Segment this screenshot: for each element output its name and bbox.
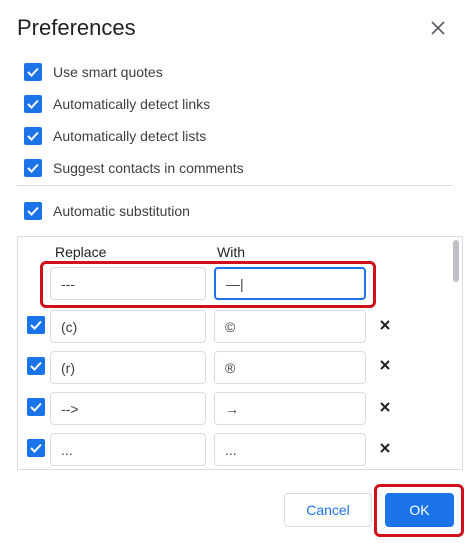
field-value: ...: [225, 441, 237, 458]
preferences-dialog: Preferences Use smart quotes Automatical…: [0, 0, 474, 543]
field-value: ®: [225, 359, 236, 376]
field-value: -->: [61, 400, 79, 417]
close-icon[interactable]: [428, 18, 448, 38]
new-replace-input[interactable]: ---: [50, 267, 206, 300]
column-header-replace: Replace: [55, 244, 107, 260]
checkbox-checked-icon[interactable]: [24, 63, 42, 81]
dialog-title: Preferences: [17, 15, 136, 40]
replace-input[interactable]: (c): [50, 310, 206, 343]
delete-row-icon[interactable]: [379, 442, 391, 454]
option-label: Automatic substitution: [53, 203, 190, 219]
delete-row-icon[interactable]: [379, 359, 391, 371]
substitution-table: Replace With --- —| (c) © (r) ® --> → ..…: [17, 236, 463, 470]
row-checkbox-icon[interactable]: [27, 357, 45, 375]
row-checkbox-icon[interactable]: [27, 439, 45, 457]
delete-row-icon[interactable]: [379, 401, 391, 413]
option-detect-lists[interactable]: Automatically detect lists: [24, 126, 206, 146]
with-input[interactable]: →: [214, 392, 366, 425]
with-input[interactable]: ...: [214, 433, 366, 466]
field-value: →: [225, 400, 239, 417]
table-scrollbar[interactable]: [453, 240, 459, 282]
checkbox-checked-icon[interactable]: [24, 159, 42, 177]
replace-input[interactable]: (r): [50, 351, 206, 384]
field-value: (c): [61, 318, 78, 335]
with-input[interactable]: ©: [214, 310, 366, 343]
option-label: Automatically detect links: [53, 96, 211, 112]
divider: [17, 185, 453, 186]
option-label: Automatically detect lists: [53, 128, 207, 144]
option-detect-links[interactable]: Automatically detect links: [24, 94, 210, 114]
option-automatic-substitution[interactable]: Automatic substitution: [24, 201, 190, 221]
cancel-button[interactable]: Cancel: [284, 493, 372, 527]
replace-input[interactable]: ...: [50, 433, 206, 466]
option-label: Suggest contacts in comments: [53, 160, 244, 176]
option-smart-quotes[interactable]: Use smart quotes: [24, 62, 163, 82]
field-value: ---: [61, 275, 75, 292]
replace-input[interactable]: -->: [50, 392, 206, 425]
new-with-input[interactable]: —|: [214, 267, 366, 300]
option-suggest-contacts[interactable]: Suggest contacts in comments: [24, 158, 244, 178]
checkbox-checked-icon[interactable]: [24, 202, 42, 220]
checkbox-checked-icon[interactable]: [24, 127, 42, 145]
delete-row-icon[interactable]: [379, 319, 391, 331]
field-value: —|: [226, 275, 244, 292]
checkbox-checked-icon[interactable]: [24, 95, 42, 113]
row-checkbox-icon[interactable]: [27, 316, 45, 334]
option-label: Use smart quotes: [53, 64, 163, 80]
field-value: (r): [61, 359, 75, 376]
column-header-with: With: [217, 244, 245, 260]
row-checkbox-icon[interactable]: [27, 398, 45, 416]
field-value: ©: [225, 318, 236, 335]
with-input[interactable]: ®: [214, 351, 366, 384]
field-value: ...: [61, 441, 73, 458]
ok-button[interactable]: OK: [385, 493, 454, 527]
